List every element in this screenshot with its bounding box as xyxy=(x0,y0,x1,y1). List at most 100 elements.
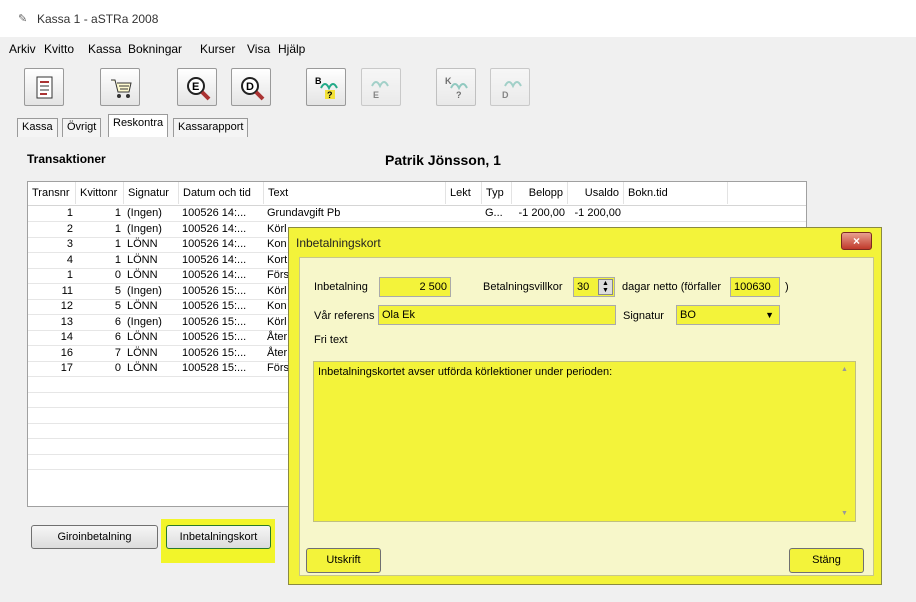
col-usaldo[interactable]: Usaldo xyxy=(568,182,624,204)
betalningsvillkor-stepper[interactable]: 30 ▲ ▼ xyxy=(573,277,615,297)
course-k-button[interactable]: K ? xyxy=(436,68,476,106)
receipt-button[interactable] xyxy=(24,68,64,106)
tab-reskontra[interactable]: Reskontra xyxy=(108,114,169,137)
stang-button[interactable]: Stäng xyxy=(789,548,864,573)
menu-kvitto[interactable]: Kvitto xyxy=(44,42,74,56)
cell-signatur: (Ingen) xyxy=(127,315,162,328)
scroll-down-icon[interactable]: ▼ xyxy=(841,510,848,517)
tab-kassa[interactable]: Kassa xyxy=(17,118,58,137)
search-d-button[interactable]: D xyxy=(231,68,271,106)
scrollbar[interactable]: ▲ ▼ xyxy=(835,362,855,521)
col-lekt[interactable]: Lekt xyxy=(446,182,482,204)
cell-datum: 100526 15:... xyxy=(182,331,247,343)
var-referens-field[interactable]: Ola Ek xyxy=(378,305,616,325)
svg-text:K: K xyxy=(445,76,452,86)
cell-kvittonr: 5 xyxy=(114,284,121,297)
app-icon: ✎ xyxy=(18,13,28,25)
receipt-icon xyxy=(36,76,53,99)
cell-usaldo: -1 200,00 xyxy=(574,207,621,219)
menu-kurser[interactable]: Kurser xyxy=(200,42,235,56)
cell-datum: 100526 15:... xyxy=(182,346,247,359)
cell-belopp: -1 200,00 xyxy=(518,207,565,219)
menu-hjalp[interactable]: Hjälp xyxy=(278,42,305,56)
col-transnr[interactable]: Transnr xyxy=(28,182,76,204)
cell-datum: 100526 15:... xyxy=(182,300,247,312)
cell-kvittonr: 1 xyxy=(114,222,121,235)
signatur-select[interactable]: BO ▼ xyxy=(676,305,780,325)
magnifier-d-icon: D xyxy=(241,77,265,101)
cell-kvittonr: 6 xyxy=(114,315,121,328)
cell-transnr: 13 xyxy=(60,315,73,328)
tab-kassarapport[interactable]: Kassarapport xyxy=(173,118,249,137)
cell-signatur: LÖNN xyxy=(127,238,158,250)
betalningsvillkor-label: Betalningsvillkor xyxy=(483,281,563,293)
booking-b-icon: B ? xyxy=(315,76,338,100)
cell-datum: 100526 15:... xyxy=(182,284,247,297)
cell-signatur: LÖNN xyxy=(127,253,158,266)
col-signatur[interactable]: Signatur xyxy=(124,182,179,204)
giroinbetalning-button[interactable]: Giroinbetalning xyxy=(31,525,158,549)
cell-kvittonr: 1 xyxy=(114,238,121,250)
svg-text:E: E xyxy=(192,81,199,93)
menu-visa[interactable]: Visa xyxy=(247,42,270,56)
booking-d-button[interactable]: D xyxy=(490,68,530,106)
chevron-down-icon: ▼ xyxy=(765,310,774,320)
inbetalning-field[interactable]: 2 500 xyxy=(379,277,451,297)
search-e-button[interactable]: E xyxy=(177,68,217,106)
cell-datum: 100526 14:... xyxy=(182,253,247,266)
customer-name: Patrik Jönsson, 1 xyxy=(385,152,501,168)
col-belopp[interactable]: Belopp xyxy=(512,182,568,204)
booking-b-button[interactable]: B ? xyxy=(306,68,346,106)
cell-kvittonr: 0 xyxy=(114,269,121,281)
cell-datum: 100526 15:... xyxy=(182,315,247,328)
svg-text:?: ? xyxy=(456,90,462,100)
booking-e-icon: E xyxy=(371,81,389,100)
cart-icon xyxy=(111,79,132,98)
tab-ovrigt[interactable]: Övrigt xyxy=(62,118,102,137)
utskrift-button[interactable]: Utskrift xyxy=(306,548,381,573)
menu-bokningar[interactable]: Bokningar xyxy=(128,42,182,56)
var-referens-label: Vår referens xyxy=(314,310,375,322)
cell-signatur: (Ingen) xyxy=(127,207,162,219)
cell-kvittonr: 6 xyxy=(114,331,121,343)
table-row[interactable]: 1 1 (Ingen) 100526 14:... Grundavgift Pb G...… xyxy=(28,206,806,222)
table-header: Transnr Kvittonr Signatur Datum och tid … xyxy=(28,182,806,206)
cell-transnr: 12 xyxy=(60,300,73,312)
course-k-icon: K ? xyxy=(445,76,468,100)
booking-e-button[interactable]: E xyxy=(361,68,401,106)
close-paren: ) xyxy=(785,281,789,293)
col-text[interactable]: Text xyxy=(264,182,446,204)
close-icon: × xyxy=(852,234,860,248)
col-bokn-tid[interactable]: Bokn.tid xyxy=(624,182,728,204)
svg-text:E: E xyxy=(373,90,379,100)
dagar-netto-label: dagar netto (förfaller xyxy=(622,281,722,293)
fri-text-label: Fri text xyxy=(314,334,348,346)
col-kvittonr[interactable]: Kvittonr xyxy=(76,182,124,204)
cell-transnr: 16 xyxy=(60,346,73,359)
col-datum[interactable]: Datum och tid xyxy=(179,182,264,204)
cart-button[interactable] xyxy=(100,68,140,106)
svg-text:D: D xyxy=(246,81,254,93)
signatur-label: Signatur xyxy=(623,310,664,322)
cell-transnr: 1 xyxy=(66,207,73,219)
magnifier-e-icon: E xyxy=(187,77,211,101)
cell-transnr: 2 xyxy=(66,222,73,235)
cell-signatur: LÖNN xyxy=(127,346,158,359)
close-button[interactable]: × xyxy=(841,232,872,250)
menu-kassa[interactable]: Kassa xyxy=(88,42,121,56)
svg-text:D: D xyxy=(502,90,509,100)
dialog-title: Inbetalningskort xyxy=(296,236,381,250)
cell-lekt xyxy=(446,206,482,221)
cell-signatur: LÖNN xyxy=(127,269,158,281)
cell-kvittonr: 7 xyxy=(114,346,121,359)
cell-datum: 100526 14:... xyxy=(182,238,247,250)
cell-kvittonr: 5 xyxy=(114,300,121,312)
menu-arkiv[interactable]: Arkiv xyxy=(9,42,36,56)
stepper-arrows-icon[interactable]: ▲ ▼ xyxy=(598,279,613,295)
forfaller-field[interactable]: 100630 xyxy=(730,277,780,297)
inbetalningskort-button[interactable]: Inbetalningskort xyxy=(166,525,271,549)
fri-text-area[interactable] xyxy=(313,361,856,522)
scroll-up-icon[interactable]: ▲ xyxy=(841,366,848,373)
cell-kvittonr: 1 xyxy=(114,253,121,266)
col-typ[interactable]: Typ xyxy=(482,182,512,204)
